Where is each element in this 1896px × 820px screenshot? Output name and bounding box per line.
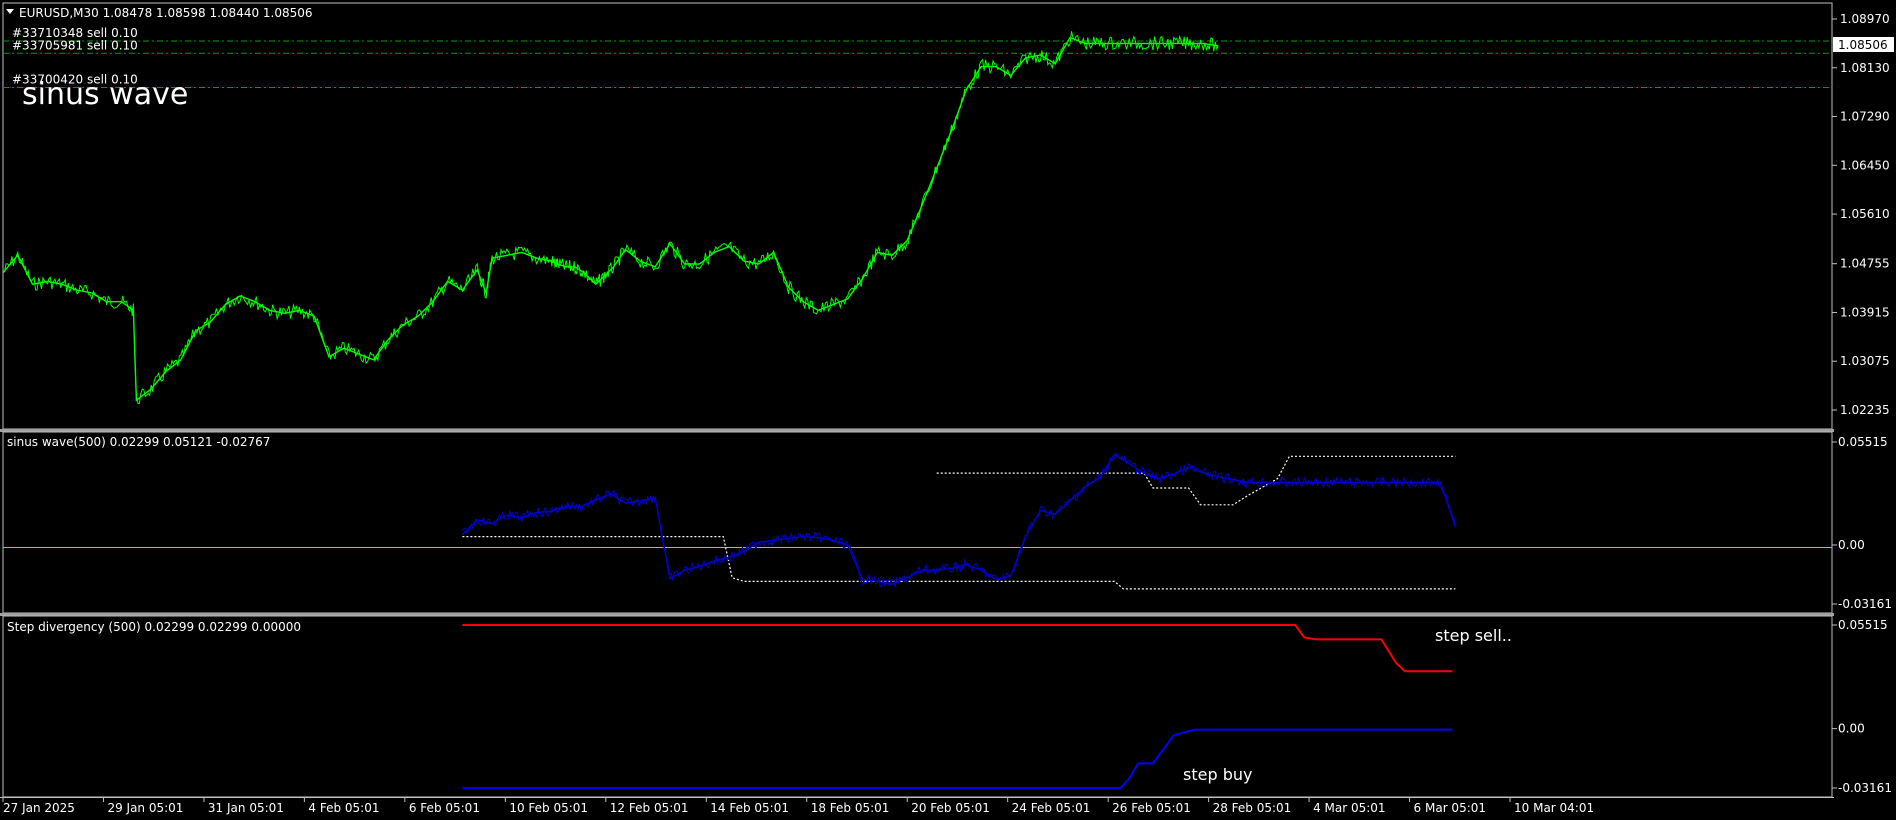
x-tick-label: 12 Feb 05:01: [610, 801, 689, 815]
x-tick-label: 26 Feb 05:01: [1112, 801, 1191, 815]
y-tick-label: 1.08970: [1840, 12, 1890, 26]
x-tick-label: 6 Feb 05:01: [409, 801, 480, 815]
y-tick-label: -0.03161: [1838, 781, 1892, 795]
x-tick-label: 29 Jan 05:01: [107, 801, 183, 815]
x-tick-label: 24 Feb 05:01: [1012, 801, 1091, 815]
x-tick-label: 10 Feb 05:01: [509, 801, 588, 815]
x-tick-label: 27 Jan 2025: [3, 801, 75, 815]
x-tick-label: 4 Feb 05:01: [308, 801, 379, 815]
y-tick-label: 0.00: [1838, 538, 1865, 552]
y-tick-label: 1.05610: [1840, 207, 1890, 221]
sinus-panel-header: sinus wave(500) 0.02299 0.05121 -0.02767: [7, 435, 270, 449]
y-tick-label: 1.04755: [1840, 257, 1890, 271]
y-tick-label: -0.03161: [1838, 597, 1892, 611]
y-tick-label: 0.05515: [1838, 435, 1888, 449]
y-tick-label: 0.05515: [1838, 618, 1888, 632]
main-y-axis: 1.08970 1.08130 1.07290 1.06450 1.05610 1.047…: [1832, 12, 1890, 417]
y-tick-label: 1.07290: [1840, 110, 1890, 124]
x-tick-label: 18 Feb 05:01: [811, 801, 890, 815]
x-tick-label: 14 Feb 05:01: [710, 801, 789, 815]
y-tick-label: 0.00: [1838, 722, 1865, 736]
y-tick-label: 1.03915: [1840, 305, 1890, 319]
y-tick-label: 1.06450: [1840, 158, 1890, 172]
x-tick-label: 28 Feb 05:01: [1213, 801, 1292, 815]
y-tick-label: 1.03075: [1840, 354, 1890, 368]
current-price-value: 1.08506: [1838, 38, 1888, 52]
chart-background: [0, 0, 1896, 820]
x-tick-label: 6 Mar 05:01: [1414, 801, 1487, 815]
y-tick-label: 1.02235: [1840, 403, 1890, 417]
x-tick-label: 10 Mar 04:01: [1514, 801, 1594, 815]
x-tick-label: 4 Mar 05:01: [1313, 801, 1386, 815]
step-sell-annotation: step sell..: [1435, 626, 1512, 645]
y-tick-label: 1.08130: [1840, 61, 1890, 75]
trading-chart[interactable]: EURUSD,M30 1.08478 1.08598 1.08440 1.085…: [0, 0, 1896, 820]
main-header: EURUSD,M30 1.08478 1.08598 1.08440 1.085…: [19, 6, 313, 20]
step-panel-header: Step divergency (500) 0.02299 0.02299 0.…: [7, 620, 301, 634]
order-label: #33705981 sell 0.10: [12, 38, 138, 52]
x-axis-line: [0, 797, 1834, 798]
x-tick-label: 20 Feb 05:01: [911, 801, 990, 815]
x-tick-label: 31 Jan 05:01: [208, 801, 284, 815]
step-buy-annotation: step buy: [1183, 765, 1252, 784]
order-label: #33700420 sell 0.10: [12, 73, 138, 87]
